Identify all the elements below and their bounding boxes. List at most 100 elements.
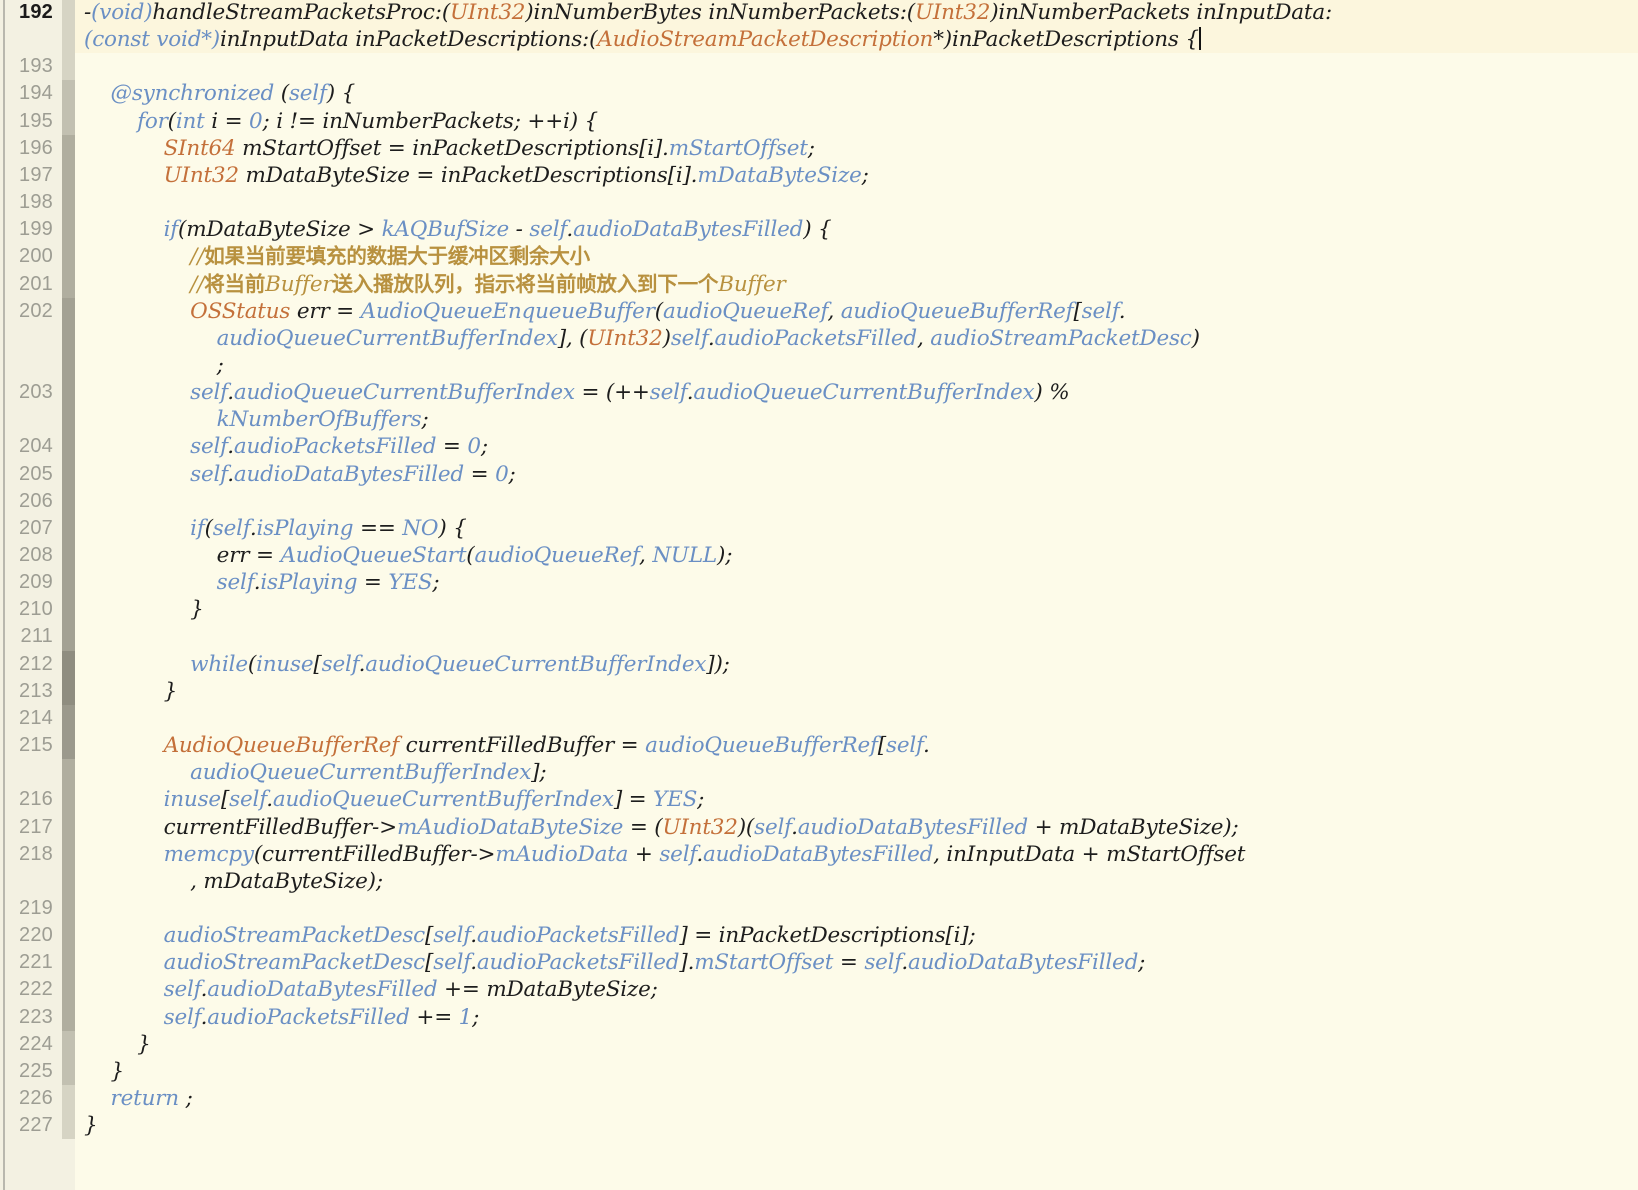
line-number-198[interactable]: 198: [0, 189, 53, 216]
token-k-17-0: self: [84, 461, 228, 487]
line-number-209[interactable]: 209: [0, 569, 53, 596]
line-number-218[interactable]: 218: [0, 841, 53, 868]
token-p-24-1: (: [247, 651, 257, 677]
token-p-30-6: .: [791, 814, 798, 840]
line-number-207[interactable]: 207: [0, 515, 53, 542]
code-visual-row-9[interactable]: //如果当前要填充的数据大于缓冲区剩余大小: [84, 243, 590, 270]
line-number-220[interactable]: 220: [0, 922, 53, 949]
line-number-224[interactable]: 224: [0, 1031, 53, 1058]
code-visual-row-38[interactable]: }: [84, 1031, 151, 1058]
code-visual-row-13[interactable]: ;: [84, 352, 224, 379]
line-number-216[interactable]: 216: [0, 786, 53, 813]
code-visual-row-29[interactable]: inuse[self.audioQueueCurrentBufferIndex]…: [84, 786, 705, 813]
code-visual-row-15[interactable]: kNumberOfBuffers;: [84, 406, 429, 433]
line-number-221[interactable]: 221: [0, 949, 53, 976]
token-k-35-6: mStartOffset: [694, 950, 834, 976]
line-number-196[interactable]: 196: [0, 135, 53, 162]
line-number-222[interactable]: 222: [0, 976, 53, 1003]
line-number-213[interactable]: 213: [0, 678, 53, 705]
line-number-gutter[interactable]: 192 193 194 195 196 197 198 199 200 201 202 203 204 2…: [0, 0, 62, 1190]
code-visual-row-30[interactable]: currentFilledBuffer->mAudioDataByteSize …: [84, 814, 1239, 841]
token-k-11-4: audioQueueRef: [662, 298, 828, 324]
line-number-219[interactable]: 219: [0, 895, 53, 922]
line-number-227[interactable]: 227: [0, 1112, 53, 1139]
line-number-212[interactable]: 212: [0, 651, 53, 678]
code-visual-row-27[interactable]: AudioQueueBufferRef currentFilledBuffer …: [84, 732, 930, 759]
code-visual-row-32[interactable]: , mDataByteSize);: [84, 868, 383, 895]
token-p-27-5: .: [923, 733, 930, 759]
token-p-27-1: currentFilledBuffer =: [398, 733, 646, 759]
code-visual-row-36[interactable]: self.audioDataBytesFilled += mDataByteSi…: [84, 976, 658, 1003]
line-number-210[interactable]: 210: [0, 596, 53, 623]
code-visual-row-28[interactable]: audioQueueCurrentBufferIndex];: [84, 759, 546, 786]
token-k-4-2: int: [175, 108, 205, 134]
token-k-14-2: audioQueueCurrentBufferIndex: [233, 380, 575, 406]
code-visual-row-39[interactable]: }: [84, 1058, 125, 1085]
line-number-217[interactable]: 217: [0, 814, 53, 841]
code-visual-row-5[interactable]: SInt64 mStartOffset = inPacketDescriptio…: [84, 135, 815, 162]
token-p-17-3: =: [463, 461, 496, 487]
token-k-19-4: isPlaying: [256, 515, 354, 541]
line-number-205[interactable]: 205: [0, 461, 53, 488]
token-k-4-0: for: [84, 108, 168, 134]
line-number-223[interactable]: 223: [0, 1004, 53, 1031]
code-visual-row-31[interactable]: memcpy(currentFilledBuffer->mAudioData +…: [84, 841, 1246, 868]
token-c-10-4: Buffer: [718, 271, 786, 297]
code-visual-row-25[interactable]: }: [84, 678, 178, 705]
line-number-215[interactable]: 215: [0, 732, 53, 759]
code-visual-row-8[interactable]: if(mDataByteSize > kAQBufSize - self.aud…: [84, 216, 832, 243]
code-visual-row-3[interactable]: @synchronized (self) {: [84, 80, 356, 107]
line-number-206[interactable]: 206: [0, 488, 53, 515]
code-editor[interactable]: 192 193 194 195 196 197 198 199 200 201 202 203 204 2…: [0, 0, 1638, 1190]
token-p-37-3: +=: [409, 1004, 459, 1030]
code-visual-row-17[interactable]: self.audioDataBytesFilled = 0;: [84, 461, 516, 488]
line-number-193[interactable]: 193: [0, 53, 53, 80]
line-number-225[interactable]: 225: [0, 1058, 53, 1085]
token-p-0-2: handleStreamPacketsProc:: [152, 0, 442, 25]
token-p-14-7: ) %: [1034, 380, 1070, 406]
token-k-15-0: kNumberOfBuffers: [84, 407, 422, 433]
line-number-199[interactable]: 199: [0, 216, 53, 243]
code-text-area[interactable]: -(void)handleStreamPacketsProc:(UInt32)i…: [75, 0, 1638, 1190]
token-k-14-6: audioQueueCurrentBufferIndex: [693, 380, 1035, 406]
code-visual-row-34[interactable]: audioStreamPacketDesc[self.audioPacketsF…: [84, 922, 976, 949]
code-visual-row-20[interactable]: err = AudioQueueStart(audioQueueRef, NUL…: [84, 542, 733, 569]
line-number-208[interactable]: 208: [0, 542, 53, 569]
code-visual-row-11[interactable]: OSStatus err = AudioQueueEnqueueBuffer(a…: [84, 298, 1125, 325]
code-visual-row-14[interactable]: self.audioQueueCurrentBufferIndex = (++s…: [84, 379, 1070, 406]
code-visual-row-40[interactable]: return ;: [84, 1085, 193, 1112]
line-number-204[interactable]: 204: [0, 433, 53, 460]
line-number-195[interactable]: 195: [0, 108, 53, 135]
code-visual-row-24[interactable]: while(inuse[self.audioQueueCurrentBuffer…: [84, 651, 730, 678]
token-p-35-11: ;: [1138, 950, 1146, 976]
code-visual-row-6[interactable]: UInt32 mDataByteSize = inPacketDescripti…: [84, 162, 869, 189]
code-visual-row-1[interactable]: (const void*)inInputData inPacketDescrip…: [84, 26, 1201, 53]
code-visual-row-10[interactable]: //将当前Buffer送入播放队列，指示将当前帧放入到下一个Buffer: [84, 271, 786, 298]
line-number-201[interactable]: 201: [0, 271, 53, 298]
line-number-226[interactable]: 226: [0, 1085, 53, 1112]
token-p-19-5: ==: [353, 515, 403, 541]
indent-level-indicator-strip: [62, 0, 75, 1190]
code-visual-row-19[interactable]: if(self.isPlaying == NO) {: [84, 515, 467, 542]
token-p-34-5: ] = inPacketDescriptions[i];: [679, 923, 976, 949]
code-visual-row-12[interactable]: audioQueueCurrentBufferIndex], (UInt32)s…: [84, 325, 1200, 352]
code-visual-row-41[interactable]: }: [84, 1112, 98, 1139]
code-visual-row-21[interactable]: self.isPlaying = YES;: [84, 569, 440, 596]
line-number-202[interactable]: 202: [0, 298, 53, 325]
line-number-192[interactable]: 192: [0, 0, 53, 26]
line-number-203[interactable]: 203: [0, 379, 53, 406]
token-k-8-6: audioDataBytesFilled: [573, 217, 804, 243]
line-number-211[interactable]: 211: [0, 623, 53, 650]
code-visual-row-37[interactable]: self.audioPacketsFilled += 1;: [84, 1004, 480, 1031]
code-visual-row-35[interactable]: audioStreamPacketDesc[self.audioPacketsF…: [84, 949, 1146, 976]
line-number-197[interactable]: 197: [0, 162, 53, 189]
code-visual-row-0[interactable]: -(void)handleStreamPacketsProc:(UInt32)i…: [84, 0, 1332, 26]
line-number-214[interactable]: 214: [0, 705, 53, 732]
code-visual-row-4[interactable]: for(int i = 0; i != inNumberPackets; ++i…: [84, 108, 598, 135]
line-number-200[interactable]: 200: [0, 243, 53, 270]
code-visual-row-16[interactable]: self.audioPacketsFilled = 0;: [84, 433, 488, 460]
token-k-19-2: self: [212, 515, 250, 541]
line-number-194[interactable]: 194: [0, 80, 53, 107]
token-k-31-4: self: [659, 841, 697, 867]
code-visual-row-22[interactable]: }: [84, 596, 204, 623]
